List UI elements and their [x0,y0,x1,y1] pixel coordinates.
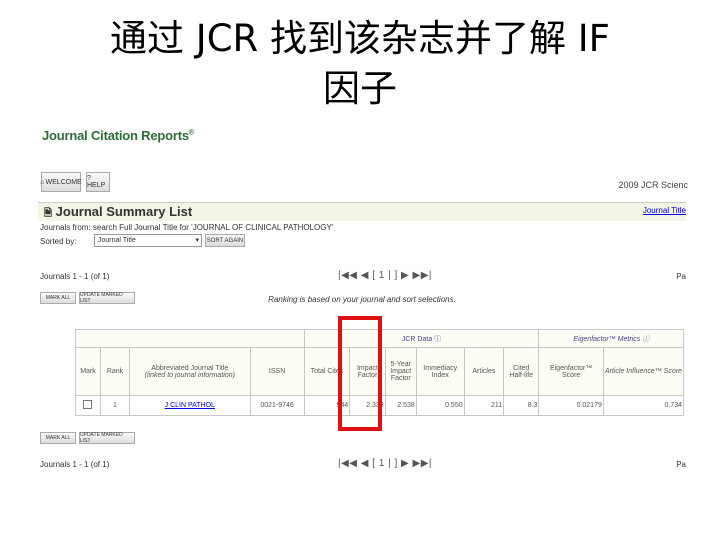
pager-top[interactable]: |◀◀ ◀ [ 1 | ] ▶ ▶▶| [338,270,432,281]
header-cited-half-life[interactable]: Cited Half-life [503,347,540,396]
sort-again-button[interactable]: SORT AGAIN [205,234,245,247]
pager-bottom[interactable]: |◀◀ ◀ [ 1 | ] ▶ ▶▶| [338,458,432,469]
update-marked-list-button-bottom[interactable]: UPDATE MARKED LIST [79,432,135,444]
mark-cell[interactable] [75,395,101,416]
pager-top-label: Journals 1 - 1 (of 1) [40,272,110,281]
slide-title-line-1: 通过 JCR 找到该杂志并了解 IF [110,17,610,60]
article-influence-cell: 0.734 [602,395,685,416]
home-icon: ⌂ [40,178,45,186]
slide-title-line-2: 因子 [323,67,397,110]
pager-bottom-label: Journals 1 - 1 (of 1) [40,460,110,469]
summary-title: 🗎 Journal Summary List [44,204,193,219]
issn-cell: 0021-9746 [249,395,305,416]
header-eigenfactor[interactable]: Eigenfactor™ Score [538,347,604,396]
header-abbrev-title[interactable]: Abbreviated Journal Title (linked to jou… [129,347,251,396]
journals-from-text: Journals from: search Full Journal Title… [40,223,334,232]
header-articles[interactable]: Articles [463,347,505,396]
header-article-influence[interactable]: Article Influence™ Score [602,347,685,396]
header-five-year-if[interactable]: 5-Year Impact Factor [384,347,417,396]
journal-title-link[interactable]: Journal Title [643,206,686,215]
sorted-by-label: Sorted by: [40,237,77,246]
mark-checkbox[interactable] [83,400,93,409]
rank-cell: 1 [99,395,131,416]
page-label-bottom: Pa [676,460,686,469]
jcr-screenshot: Journal Citation Reports® ⌂ WELCOME ? HEL… [38,124,688,474]
edition-label: 2009 JCR Scienc [618,180,688,190]
mark-all-button-bottom[interactable]: MARK ALL [40,432,76,444]
sort-select[interactable]: Journal Title ▾ [94,234,202,247]
journal-title-cell: J CLIN PATHOL [129,395,251,416]
header-issn[interactable]: ISSN [249,347,305,396]
five-year-if-cell: 2.538 [384,395,417,416]
header-immediacy[interactable]: Immediacy Index [415,347,465,396]
ranking-note: Ranking is based on your journal and sor… [268,295,456,304]
help-button[interactable]: ? HELP [86,172,110,192]
cited-half-life-cell: 8.3 [503,395,540,416]
chevron-down-icon: ▾ [195,237,199,244]
eigenfactor-group[interactable]: Eigenfactor™ Metrics ⓘ [538,329,684,348]
immediacy-cell: 0.550 [415,395,465,416]
document-icon: 🗎 [44,208,53,219]
eigenfactor-cell: 0.02179 [538,395,604,416]
articles-cell: 211 [463,395,505,416]
slide-title: 通过 JCR 找到该杂志并了解 IF 因子 [0,14,720,114]
page-label-top: Pa [676,272,686,281]
header-rank[interactable]: Rank [99,347,131,396]
journal-title-link-row[interactable]: J CLIN PATHOL [165,402,215,409]
jcr-logo: Journal Citation Reports® [42,128,194,143]
welcome-button[interactable]: ⌂ WELCOME [40,172,82,192]
impact-factor-highlight-box [338,316,382,431]
header-mark: Mark [75,347,101,396]
